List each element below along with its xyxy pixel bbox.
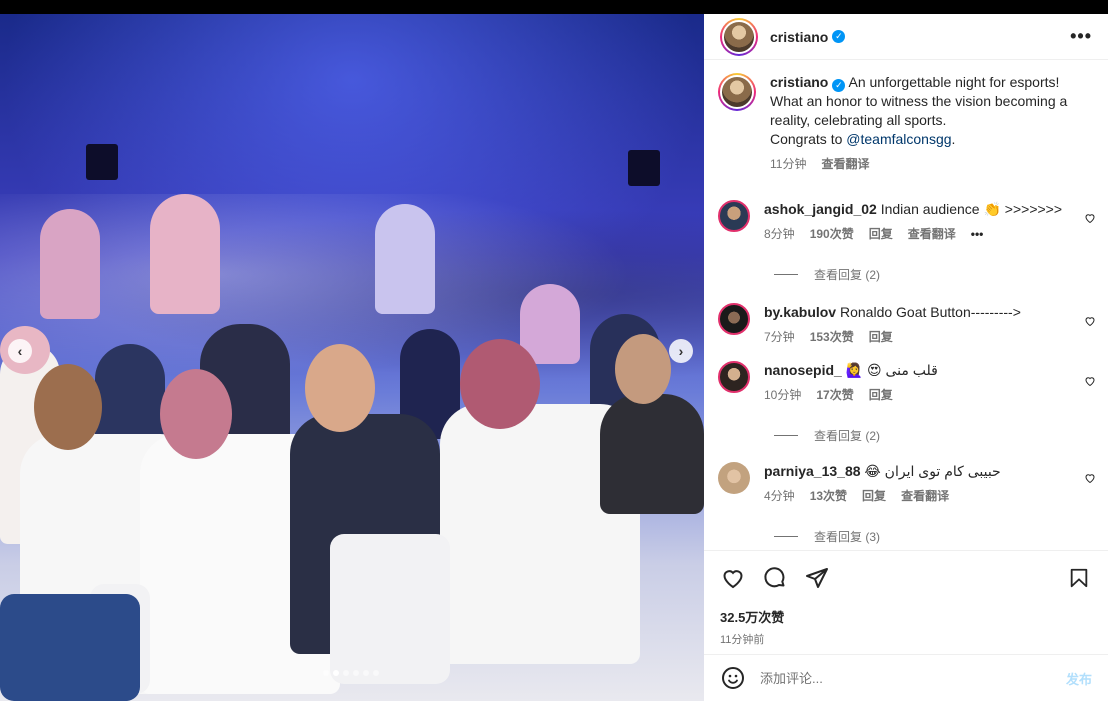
author-username[interactable]: cristiano (770, 29, 828, 45)
reply-button[interactable]: 回复 (862, 487, 886, 506)
likes-count[interactable]: 32.5万次赞 (720, 607, 1092, 626)
see-translation-button[interactable]: 查看翻译 (821, 155, 869, 174)
mention-link[interactable]: @teamfalconsgg (846, 131, 951, 147)
comment-time: 7分钟 (764, 330, 795, 344)
emoji-icon[interactable] (720, 665, 746, 691)
slide-indicator (323, 670, 379, 676)
caption-congrats: Congrats to (770, 131, 847, 147)
post-time: 11分钟前 (720, 634, 765, 646)
verified-badge-icon: ✓ (832, 30, 846, 43)
commenter-avatar[interactable] (718, 303, 750, 335)
comment-item: by.kabulov Ronaldo Goat Button--------->… (704, 283, 1108, 347)
view-replies-button[interactable]: 查看回复 (3) (704, 528, 1108, 545)
add-comment-bar: 发布 (704, 654, 1108, 701)
comment-icon[interactable] (762, 565, 788, 591)
caption-username[interactable]: cristiano (770, 74, 828, 90)
stage-speaker (86, 144, 118, 180)
like-comment-icon[interactable] (1084, 375, 1096, 387)
comment-item: nanosepid_ 🙋‍♀️ 😍 قلب منی 10分钟 17次赞 回复 (704, 347, 1108, 405)
caption: cristiano ✓ An unforgettable night for es… (704, 61, 1108, 174)
comment-time: 10分钟 (764, 388, 802, 402)
like-comment-icon[interactable] (1084, 315, 1096, 327)
like-comment-icon[interactable] (1084, 212, 1096, 224)
comment-time: 4分钟 (764, 489, 795, 503)
share-icon[interactable] (804, 565, 830, 591)
comment-username[interactable]: by.kabulov (764, 304, 836, 320)
commenter-avatar[interactable] (718, 200, 750, 232)
comment-likes[interactable]: 17次赞 (816, 386, 853, 405)
comment-text: 🙋‍♀️ 😍 قلب منی (845, 362, 938, 378)
next-slide-button[interactable]: › (669, 339, 693, 363)
comment-item: parniya_13_88 😂 حبیبی کام توی ایران 4分钟 … (704, 444, 1108, 506)
more-options-icon[interactable]: ••• (1070, 26, 1092, 47)
post-actions: 32.5万次赞 11分钟前 (704, 550, 1108, 647)
verified-badge-icon: ✓ (832, 79, 846, 92)
view-replies-button[interactable]: 查看回复 (2) (704, 266, 1108, 283)
like-comment-icon[interactable] (1084, 472, 1096, 484)
slide-dot (333, 670, 339, 676)
save-icon[interactable] (1066, 565, 1092, 591)
previous-slide-button[interactable]: ‹ (8, 339, 32, 363)
comment-text: Indian audience 👏 >>>>>>> (880, 201, 1063, 217)
commenter-avatar[interactable] (718, 361, 750, 393)
post-header: cristiano ✓ ••• (704, 14, 1108, 60)
comment-text: 😂 حبیبی کام توی ایران (864, 463, 1001, 479)
slide-dot (343, 670, 349, 676)
comment-likes[interactable]: 190次赞 (810, 225, 854, 244)
see-translation-button[interactable]: 查看翻译 (901, 487, 949, 506)
comments-list[interactable]: cristiano ✓ An unforgettable night for es… (704, 61, 1108, 550)
reply-button[interactable]: 回复 (869, 386, 893, 405)
post-side-panel: cristiano ✓ ••• cristiano ✓ An unforgetta… (704, 14, 1108, 701)
comment-likes[interactable]: 153次赞 (810, 328, 854, 347)
comment-likes[interactable]: 13次赞 (810, 487, 847, 506)
comment-text: Ronaldo Goat Button---------> (839, 304, 1021, 320)
slide-dot (363, 670, 369, 676)
see-translation-button[interactable]: 查看翻译 (908, 225, 956, 244)
like-icon[interactable] (720, 565, 746, 591)
author-avatar[interactable] (720, 17, 758, 56)
post-dialog: ‹ › cristiano ✓ ••• cristiano ✓ An unfor… (0, 14, 1108, 701)
comment-more-icon[interactable]: ••• (971, 225, 984, 244)
reply-button[interactable]: 回复 (869, 328, 893, 347)
comment-username[interactable]: ashok_jangid_02 (764, 201, 877, 217)
view-replies-button[interactable]: 查看回复 (2) (704, 427, 1108, 444)
comment-username[interactable]: nanosepid_ (764, 362, 842, 378)
stage-speaker (628, 150, 660, 186)
commenter-avatar[interactable] (718, 462, 750, 494)
slide-dot (323, 670, 329, 676)
author-avatar[interactable] (718, 73, 756, 111)
post-image: ‹ › (0, 14, 704, 701)
comment-time: 8分钟 (764, 227, 795, 241)
slide-dot (353, 670, 359, 676)
comment-input[interactable] (760, 670, 1066, 686)
comment-item: ashok_jangid_02 Indian audience 👏 >>>>>>… (704, 174, 1108, 244)
slide-dot (373, 670, 379, 676)
post-comment-button[interactable]: 发布 (1066, 669, 1092, 688)
comment-username[interactable]: parniya_13_88 (764, 463, 861, 479)
reply-button[interactable]: 回复 (869, 225, 893, 244)
caption-time: 11分钟 (770, 157, 807, 171)
